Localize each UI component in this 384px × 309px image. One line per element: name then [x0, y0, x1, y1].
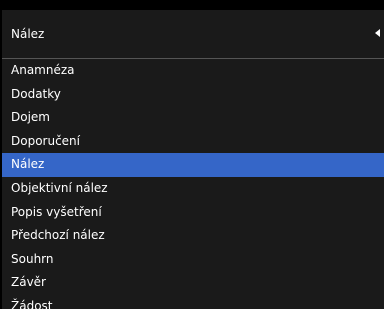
dropdown-option[interactable]: Anamnéza [2, 59, 384, 83]
dropdown-root: Nález Anamnéza Dodatky Dojem Doporučení Nále… [0, 0, 384, 309]
dropdown-option[interactable]: Nález [2, 153, 384, 177]
selected-value: Nález [11, 27, 45, 41]
dropdown-option[interactable]: Souhrn [2, 248, 384, 272]
dropdown-option[interactable]: Předchozí nález [2, 224, 384, 248]
dropdown-options-list: Anamnéza Dodatky Dojem Doporučení Nález Objek… [2, 58, 384, 309]
dropdown-arrow-icon[interactable] [375, 29, 380, 37]
dropdown-option[interactable]: Závěr [2, 271, 384, 295]
dropdown-option[interactable]: Popis vyšetření [2, 201, 384, 225]
dropdown-option[interactable]: Doporučení [2, 130, 384, 154]
dropdown-option[interactable]: Objektivní nález [2, 177, 384, 201]
dropdown-option[interactable]: Dodatky [2, 83, 384, 107]
dropdown-option[interactable]: Žádost [2, 295, 384, 309]
dropdown-select[interactable]: Nález [2, 10, 384, 58]
dropdown-option[interactable]: Dojem [2, 106, 384, 130]
